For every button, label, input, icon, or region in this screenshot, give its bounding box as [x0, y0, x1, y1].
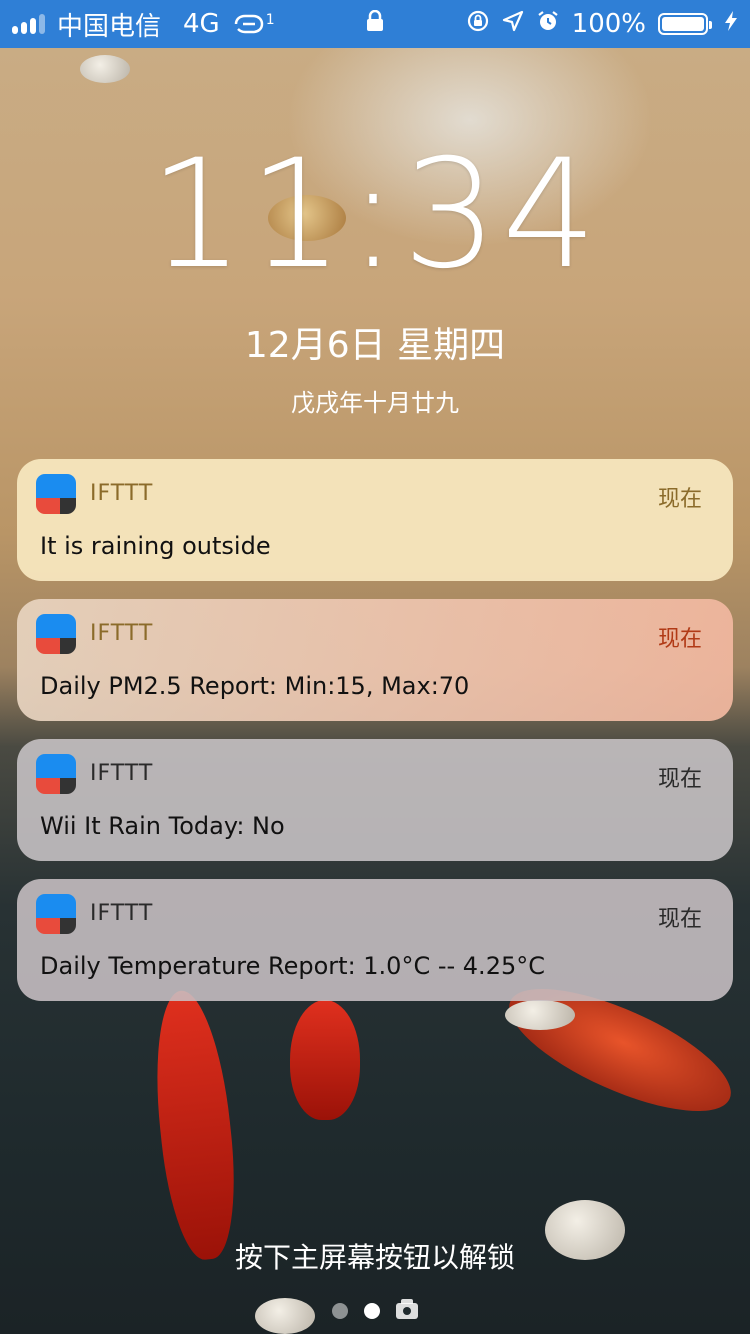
notification-app-name: IFTTT — [90, 761, 154, 786]
page-dot-active[interactable] — [364, 1303, 380, 1319]
lockscreen-date: 12月6日 星期四 — [244, 325, 506, 366]
notification-card[interactable]: IFTTT 现在 Daily PM2.5 Report: Min:15, Max… — [17, 599, 733, 721]
rotation-lock-icon — [466, 9, 490, 40]
carrier-name: 中国电信 — [57, 11, 162, 42]
ifttt-app-icon — [36, 614, 76, 654]
network-type: 4G — [183, 9, 220, 39]
wallpaper-pebble — [80, 55, 130, 83]
lockscreen-clock: 11:34 — [148, 128, 602, 302]
notification-message: Daily PM2.5 Report: Min:15, Max:70 — [40, 672, 470, 700]
notification-time: 现在 — [657, 627, 702, 652]
page-indicator[interactable] — [0, 1299, 750, 1319]
notification-time: 现在 — [657, 767, 702, 792]
notification-card[interactable]: IFTTT 现在 Daily Temperature Report: 1.0°C… — [17, 879, 733, 1001]
notification-card[interactable]: IFTTT 现在 It is raining outside — [17, 459, 733, 581]
signal-icon — [12, 14, 45, 34]
notification-message: Daily Temperature Report: 1.0°C -- 4.25°… — [40, 952, 545, 980]
hotspot-count: 1 — [265, 12, 275, 28]
ifttt-app-icon — [36, 474, 76, 514]
lock-icon — [366, 9, 384, 38]
notification-card[interactable]: IFTTT 现在 Wii It Rain Today: No — [17, 739, 733, 861]
notification-time: 现在 — [657, 907, 702, 932]
wallpaper-koi — [290, 1000, 360, 1120]
charging-icon — [724, 9, 738, 39]
wallpaper-pebble — [505, 1000, 575, 1030]
notification-time: 现在 — [657, 487, 702, 512]
battery-icon — [658, 13, 712, 35]
ifttt-app-icon — [36, 894, 76, 934]
camera-icon[interactable] — [396, 1299, 418, 1319]
notification-message: It is raining outside — [40, 532, 271, 560]
notification-app-name: IFTTT — [90, 621, 154, 646]
hotspot-icon: 1 — [232, 12, 275, 36]
status-bar: 中国电信 4G 1 100% — [0, 0, 750, 48]
ifttt-app-icon — [36, 754, 76, 794]
wallpaper-koi — [146, 987, 244, 1263]
notification-app-name: IFTTT — [90, 481, 154, 506]
lunar-date: 戊戌年十月廿九 — [291, 389, 459, 417]
notification-app-name: IFTTT — [90, 901, 154, 926]
page-dot[interactable] — [332, 1303, 348, 1319]
location-icon — [502, 9, 524, 39]
notification-message: Wii It Rain Today: No — [40, 812, 285, 840]
unlock-hint: 按下主屏幕按钮以解锁 — [234, 1241, 515, 1274]
battery-percent: 100% — [571, 9, 646, 39]
alarm-icon — [536, 9, 560, 40]
